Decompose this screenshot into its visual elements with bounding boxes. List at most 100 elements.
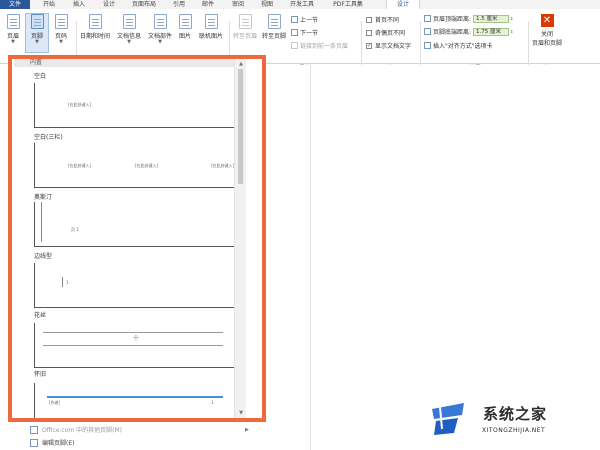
next-section-button[interactable]: 下一节 [291,28,318,37]
watermark-url: XITONGZHIJIA.NET [482,427,546,434]
page-number-button[interactable]: 页码 ▼ [50,14,72,45]
scroll-down-icon[interactable]: ▼ [235,408,246,418]
footer-bottom-input[interactable]: 1.75 厘米 [473,27,510,36]
tab-view[interactable]: 视图 [256,0,278,9]
footer-gallery-panel: 内置 空白 [在此处键入] 空白(三栏) [在此处键入] [在此处键入] [在此… [8,55,266,422]
link-icon [291,42,298,49]
template-label-blank-three: 空白(三栏) [34,134,63,141]
submenu-arrow-icon: ▶ [245,427,249,433]
checkbox-icon [366,29,372,36]
header-top-input[interactable]: 1.5 厘米 [473,14,510,23]
link-previous-label: 链接到前一条页眉 [300,43,349,50]
template-filigree[interactable]: ✢ [34,323,246,368]
edit-footer-label: 编辑页脚(E) [42,440,75,447]
spinner-arrows-icon[interactable]: ⇕ [510,29,513,34]
tab-insert[interactable]: 插入 [68,0,90,9]
header-top-label: 页眉顶端距离: [433,16,472,23]
template-blank[interactable]: [在此处键入] [34,83,246,128]
template-accent-bar [47,396,223,398]
footer-icon [30,14,44,29]
checkmark-icon: ✓ [366,42,372,49]
edit-footer-item[interactable]: 编辑页脚(E) [30,438,74,447]
insert-align-tab-button[interactable]: 插入"对齐方式"选项卡 [424,41,493,50]
scrollbar-thumb[interactable] [238,69,243,184]
scroll-up-icon[interactable]: ▲ [235,59,246,69]
edit-footer-icon [30,438,38,447]
footer-button[interactable]: 页脚 ▼ [25,13,49,53]
date-time-button[interactable]: 日期和时间 [78,14,112,40]
template-sideline[interactable]: 1 [34,263,246,308]
tab-home[interactable]: 开始 [38,0,60,9]
picture-label: 图片 [178,33,191,40]
group-separator [528,21,529,69]
more-online-footers-label: Office.com 中的其他页脚(M) [42,427,123,434]
chevron-down-icon: ▼ [158,39,162,45]
template-placeholder: 页 1 [71,227,79,232]
picture-button[interactable]: 图片 [176,14,194,40]
template-placeholder: [在此处键入] [211,163,235,168]
tab-review[interactable]: 审阅 [227,0,249,9]
odd-even-checkbox[interactable]: 奇偶页不同 [366,28,405,37]
header-position-icon [424,15,431,22]
more-online-footers-item[interactable]: Office.com 中的其他页脚(M) [30,425,122,434]
gallery-scrollbar[interactable]: ▲ ▼ [234,59,246,418]
close-hf-label: 页眉和页脚 [531,40,562,47]
office-icon [30,425,38,434]
tab-references[interactable]: 引用 [168,0,190,9]
page-margin-line [310,65,311,450]
template-placeholder: [作者] [49,400,61,405]
document-info-icon [122,14,136,29]
goto-footer-icon [267,14,281,29]
show-text-checkbox[interactable]: ✓ 显示文档文字 [366,41,411,50]
tab-mailings[interactable]: 邮件 [197,0,219,9]
template-austin[interactable]: 页 1 [34,202,246,247]
document-page[interactable] [265,65,600,450]
template-blank-three-column[interactable]: [在此处键入] [在此处键入] [在此处键入] [34,143,246,188]
doc-info-button[interactable]: 文档信息 ▼ [114,14,144,45]
header-button[interactable]: 页眉 ▼ [2,14,24,45]
tab-hf-design[interactable]: 设计 [386,0,420,9]
footer-gallery-list[interactable]: 内置 空白 [在此处键入] 空白(三栏) [在此处键入] [在此处键入] [在此… [14,59,246,418]
checkbox-icon [366,16,372,23]
template-placeholder: 1 [66,280,69,285]
footer-position-icon [424,28,431,35]
template-side-rule [62,277,63,287]
template-label-sideline: 边线型 [34,253,53,260]
goto-header-icon [238,14,252,29]
tab-page-layout[interactable]: 页面布局 [127,0,161,9]
goto-header-button[interactable]: 转至页眉 [231,14,259,40]
goto-footer-label: 转至页脚 [261,33,286,40]
template-placeholder: [在此处键入] [135,163,159,168]
ribbon-tab-bar: 文件 开始 插入 设计 页面布局 引用 邮件 审阅 视图 开发工具 PDF工具集… [0,0,600,9]
show-text-label: 显示文档文字 [375,43,412,50]
odd-even-label: 奇偶页不同 [375,30,406,37]
template-label-filigree: 花丝 [34,312,47,319]
next-section-label: 下一节 [300,30,319,37]
chevron-down-icon: ▼ [59,39,63,45]
tab-file[interactable]: 文件 [0,0,30,9]
tab-pdf-tools[interactable]: PDF工具集 [329,0,367,9]
goto-footer-button[interactable]: 转至页脚 [260,14,288,40]
header-icon [6,14,20,29]
template-label-blank: 空白 [34,73,47,80]
first-page-checkbox[interactable]: 首页不同 [366,15,399,24]
watermark: 系统之家 XITONGZHIJIA.NET [428,395,596,445]
template-retrospect[interactable]: [作者] 1 [34,383,246,418]
group-separator [420,21,421,69]
doc-parts-button[interactable]: 文档部件 ▼ [145,14,175,45]
link-previous-button[interactable]: 链接到前一条页眉 [291,41,348,50]
online-picture-button[interactable]: 联机图片 [196,14,226,40]
previous-section-button[interactable]: 上一节 [291,15,318,24]
group-separator [361,21,362,69]
footer-bottom-distance: 页脚底端距离: 1.75 厘米 ⇕ [424,27,513,36]
picture-icon [178,14,192,29]
template-placeholder: 1 [211,400,214,405]
close-header-footer-button[interactable]: ✕ 关闭 页眉和页脚 [530,14,564,47]
spinner-arrows-icon[interactable]: ⇕ [510,16,513,21]
tab-design[interactable]: 设计 [98,0,120,9]
next-icon [291,29,298,36]
watermark-site-name: 系统之家 [483,405,548,423]
previous-section-label: 上一节 [300,17,319,24]
insert-align-tab-label: 插入"对齐方式"选项卡 [433,43,493,50]
tab-developer[interactable]: 开发工具 [285,0,319,9]
